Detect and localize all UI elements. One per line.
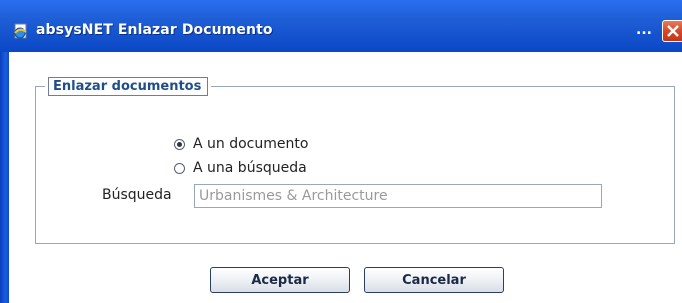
window-frame-left — [0, 52, 9, 303]
ie-page-icon — [12, 23, 30, 41]
option-search[interactable]: A una búsqueda — [174, 159, 307, 177]
radio-search[interactable] — [174, 162, 185, 174]
option-search-label: A una búsqueda — [193, 160, 307, 176]
radio-document[interactable] — [174, 138, 185, 150]
group-legend-label: Enlazar documentos — [48, 77, 209, 96]
title-overflow: ... — [636, 22, 652, 38]
close-x-icon — [667, 25, 679, 37]
link-documents-group — [35, 86, 675, 244]
search-label: Búsqueda — [102, 187, 172, 203]
option-document[interactable]: A un documento — [174, 135, 308, 153]
group-legend: Enlazar documentos — [45, 77, 212, 96]
cancel-button[interactable]: Cancelar — [364, 267, 504, 293]
accept-button[interactable]: Aceptar — [210, 267, 350, 293]
search-input[interactable] — [194, 184, 602, 208]
option-document-label: A un documento — [193, 136, 309, 152]
close-button[interactable] — [662, 20, 682, 42]
window-title: absysNET Enlazar Documento — [36, 22, 273, 38]
